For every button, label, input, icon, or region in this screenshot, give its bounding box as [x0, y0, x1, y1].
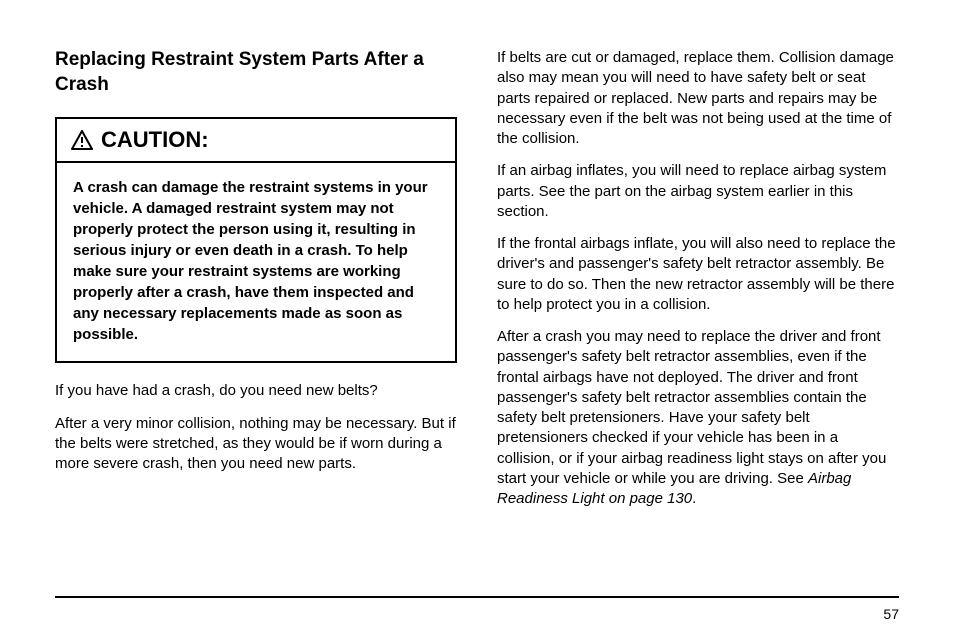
caution-box: CAUTION: A crash can damage the restrain…	[55, 117, 457, 363]
left-column: Replacing Restraint System Parts After a…	[55, 48, 457, 521]
caution-body-text: A crash can damage the restraint systems…	[57, 163, 455, 361]
caution-header: CAUTION:	[57, 119, 455, 163]
paragraph-text: .	[692, 490, 696, 507]
body-paragraph: If an airbag inflates, you will need to …	[497, 161, 899, 222]
body-paragraph: If belts are cut or damaged, replace the…	[497, 48, 899, 149]
paragraph-text: After a crash you may need to replace th…	[497, 328, 886, 487]
body-paragraph: If the frontal airbags inflate, you will…	[497, 234, 899, 315]
body-paragraph: If you have had a crash, do you need new…	[55, 381, 457, 401]
caution-label: CAUTION:	[101, 127, 209, 153]
warning-triangle-icon	[71, 130, 93, 150]
footer-divider	[55, 596, 899, 598]
body-paragraph: After a very minor collision, nothing ma…	[55, 414, 457, 475]
two-column-layout: Replacing Restraint System Parts After a…	[55, 48, 899, 521]
manual-page: Replacing Restraint System Parts After a…	[0, 0, 954, 636]
page-number: 57	[883, 606, 899, 622]
section-heading: Replacing Restraint System Parts After a…	[55, 48, 457, 97]
body-paragraph: After a crash you may need to replace th…	[497, 327, 899, 509]
right-column: If belts are cut or damaged, replace the…	[497, 48, 899, 521]
